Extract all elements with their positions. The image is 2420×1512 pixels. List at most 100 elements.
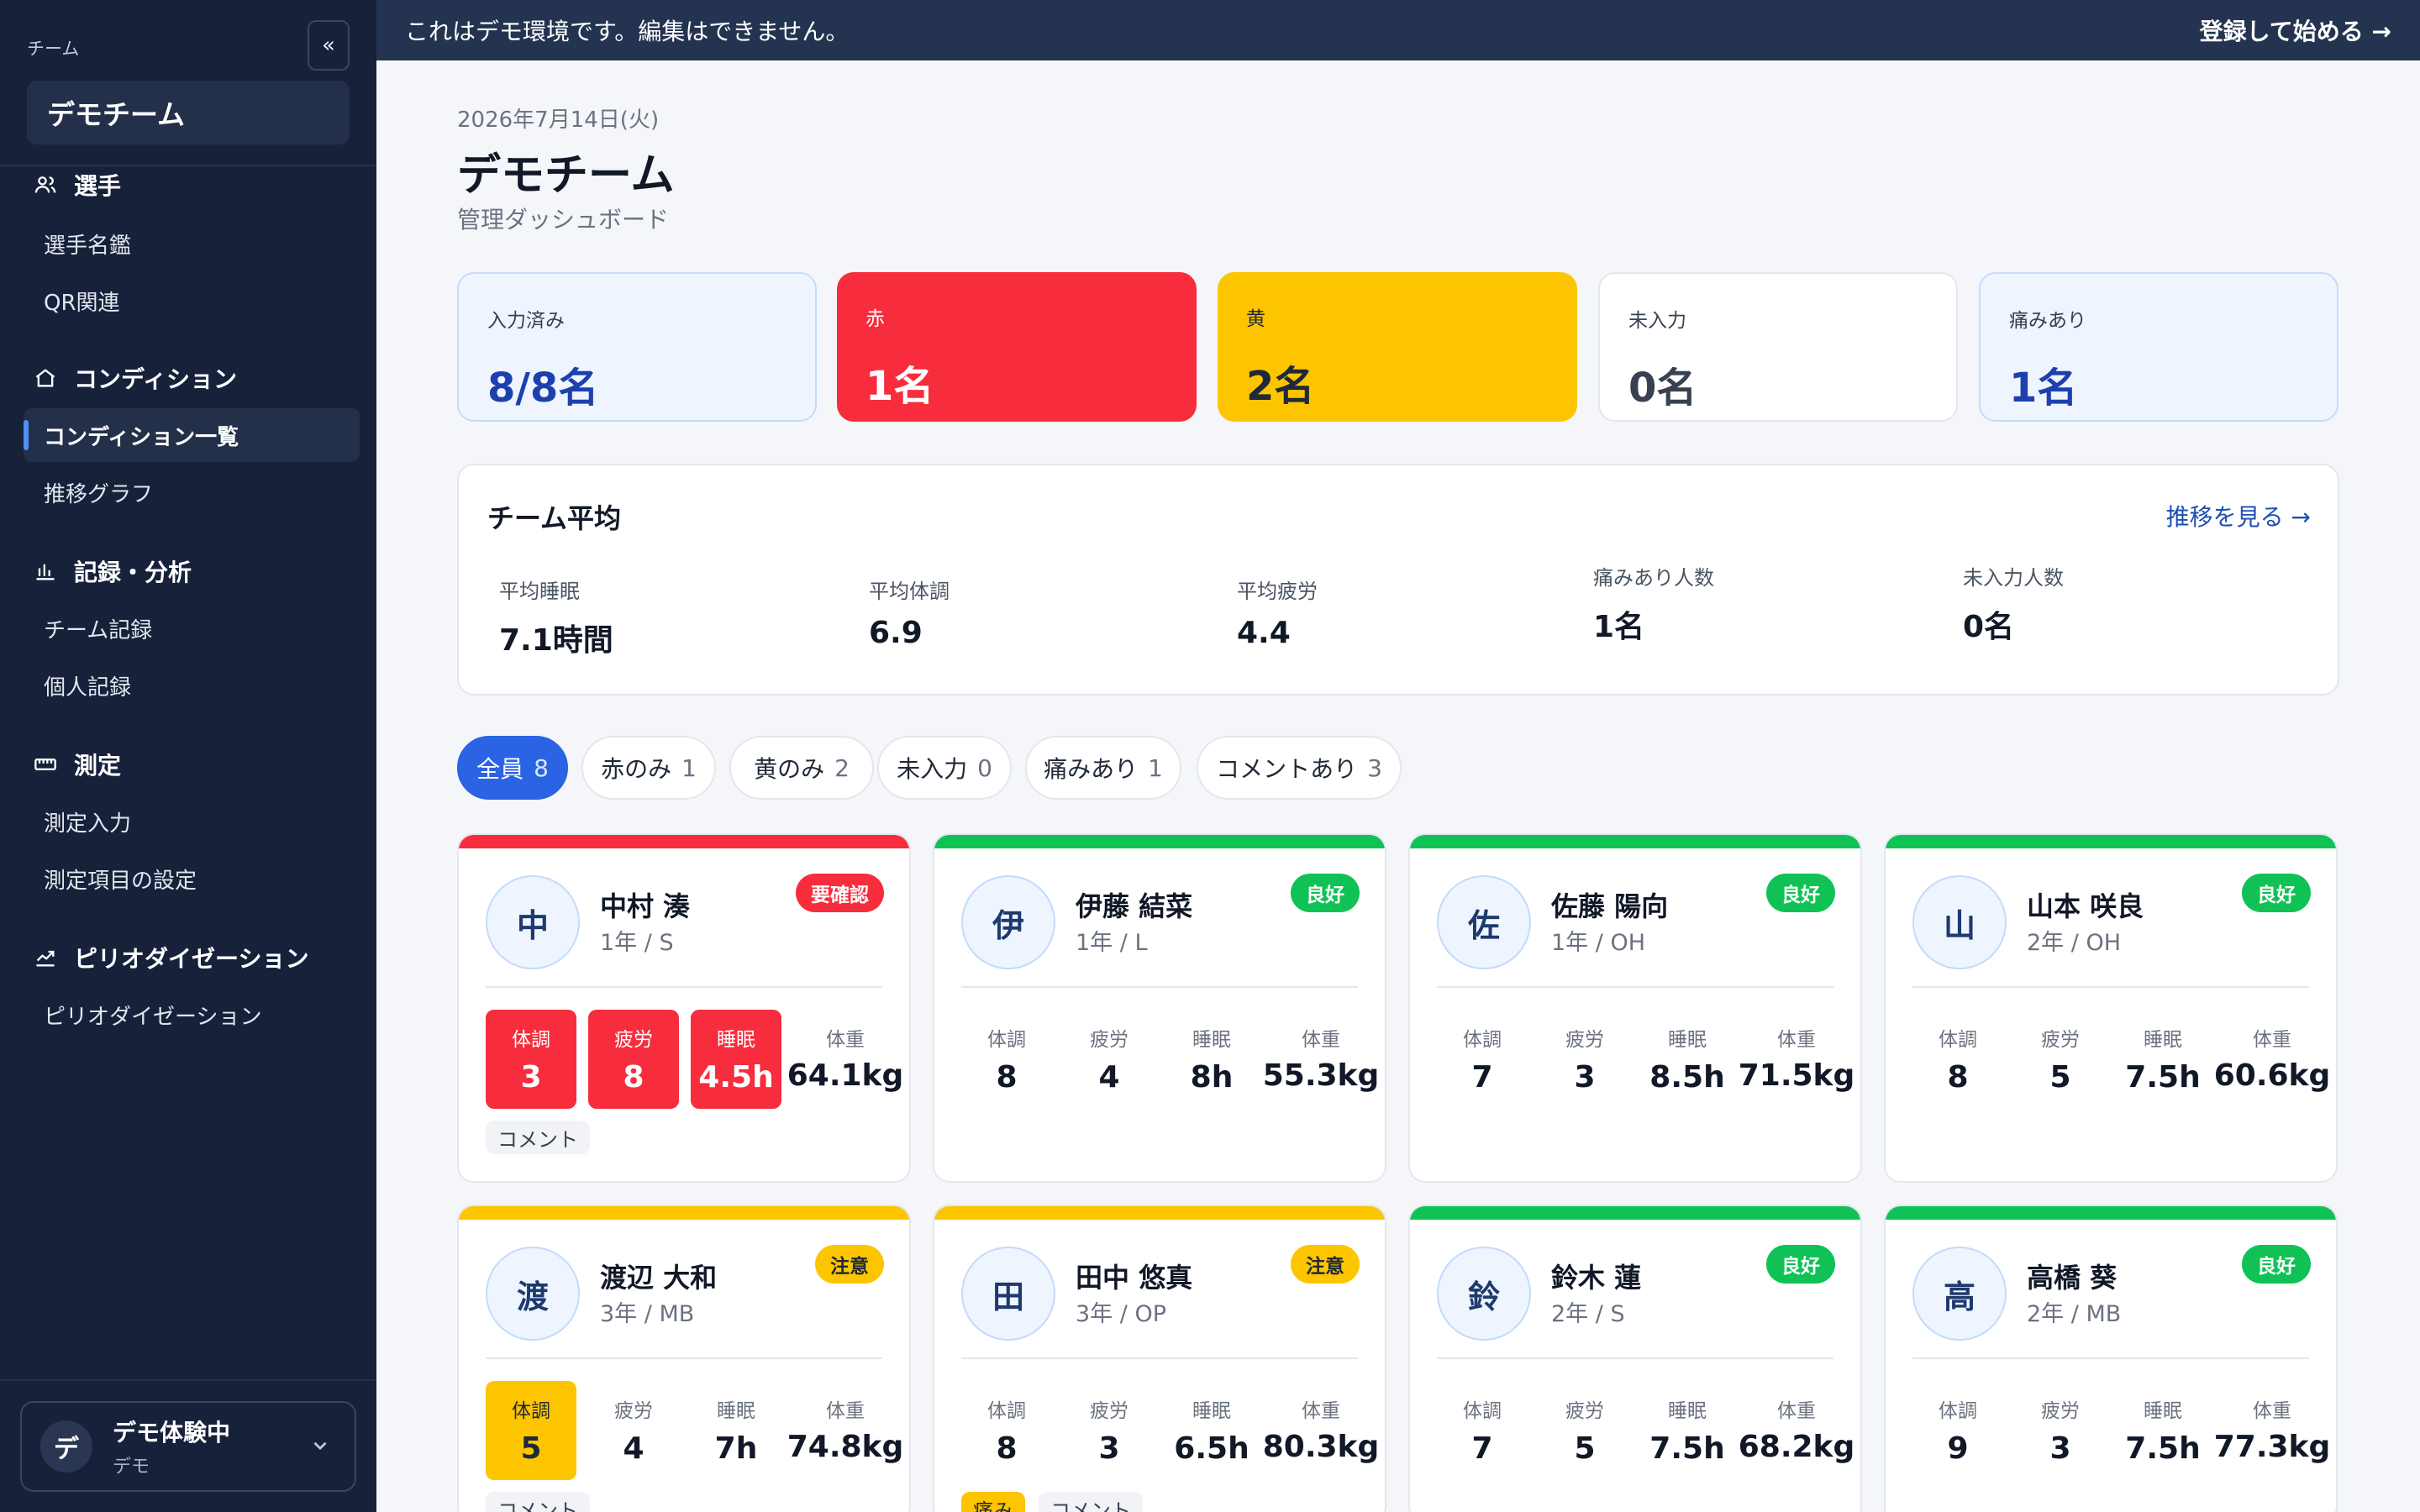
filter-chip[interactable]: 赤のみ 1 — [581, 736, 716, 800]
filter-chip-count: 1 — [1148, 753, 1163, 782]
card-divider — [961, 986, 1358, 988]
metric-condition: 体調 9 — [1912, 1381, 2003, 1480]
metric-value: 7 — [1471, 1431, 1493, 1466]
player-card[interactable]: 伊伊藤 結菜 1年 / L 良好 体調 8 疲労 4 睡眠 8h 体重 55.3kg — [933, 833, 1386, 1183]
page-subtitle: 管理ダッシュボード — [457, 206, 670, 234]
filter-chip[interactable]: 未入力 0 — [877, 736, 1012, 800]
nav-section-label: 選手 — [74, 172, 122, 200]
metric-value: 55.3kg — [1262, 1058, 1380, 1093]
status-badge: 要確認 — [796, 874, 884, 912]
metric-condition: 体調 5 — [486, 1381, 576, 1480]
player-card[interactable]: 山山本 咲良 2年 / OH 良好 体調 8 疲労 5 睡眠 7.5h 体重 60.6kg — [1884, 833, 2338, 1183]
metric-label: 睡眠 — [2144, 1400, 2182, 1422]
stat-card[interactable]: 未入力 0名 — [1598, 272, 1958, 422]
signup-link[interactable]: 登録して始める → — [2200, 13, 2391, 47]
stat-label: 入力済み — [487, 310, 565, 332]
avatar: 山 — [1912, 875, 2007, 969]
player-card[interactable]: 田田中 悠真 3年 / OP 注意 体調 8 疲労 3 睡眠 6.5h 体重 80.3kg 痛み コメン… — [933, 1205, 1386, 1512]
metric-weight: 体重 74.8kg — [786, 1381, 904, 1480]
metric-label: 睡眠 — [1192, 1400, 1231, 1422]
avatar: 高 — [1912, 1247, 2007, 1341]
metric-label: 体重 — [2253, 1400, 2291, 1422]
metric-label: 体調 — [1939, 1029, 1977, 1051]
metric-condition: 体調 7 — [1437, 1381, 1528, 1480]
filter-chip[interactable]: 全員 8 — [457, 736, 568, 800]
stat-value: 1名 — [865, 363, 934, 410]
metric-label: 体調 — [1939, 1400, 1977, 1422]
team-average-title: チーム平均 — [487, 502, 622, 534]
metric-value: 71.5kg — [1738, 1058, 1855, 1093]
metric-value: 3 — [1574, 1060, 1596, 1095]
status-badge: 良好 — [1766, 1245, 1835, 1284]
metric-value: 5 — [2049, 1060, 2071, 1095]
metric-weight: 体重 80.3kg — [1262, 1381, 1380, 1480]
metric-sleep: 睡眠 7.5h — [1642, 1381, 1733, 1480]
metric-fatigue: 疲労 3 — [2015, 1381, 2106, 1480]
metric-value: 7.5h — [2125, 1431, 2201, 1466]
metric-weight: 体重 77.3kg — [2213, 1381, 2331, 1480]
player-card[interactable]: 中中村 湊 1年 / S 要確認 体調 3 疲労 8 睡眠 4.5h 体重 64.1kg コメント — [457, 833, 911, 1183]
ruler-icon — [34, 753, 57, 776]
metric-label: 睡眠 — [717, 1400, 755, 1422]
view-trend-link[interactable]: 推移を見る → — [2166, 499, 2311, 533]
filter-chip-count: 0 — [977, 753, 992, 782]
filter-chip-label: 痛みあり — [1044, 755, 1139, 783]
status-bar — [1886, 835, 2336, 848]
metric-sleep: 睡眠 6.5h — [1166, 1381, 1257, 1480]
nav-section-label: 記録・分析 — [74, 559, 192, 586]
status-bar — [1410, 835, 1860, 848]
sidebar-item[interactable]: チーム記録 — [24, 601, 360, 655]
sidebar-item[interactable]: コンディション一覧 — [24, 408, 360, 462]
metric-value: 3 — [520, 1060, 542, 1095]
player-card[interactable]: 鈴鈴木 蓮 2年 / S 良好 体調 7 疲労 5 睡眠 7.5h 体重 68.2kg — [1408, 1205, 1862, 1512]
avatar: 田 — [961, 1247, 1055, 1341]
metric-label: 体調 — [1463, 1400, 1502, 1422]
sidebar-item[interactable]: ピリオダイゼーション — [24, 988, 360, 1042]
nav-section-header[interactable]: 記録・分析 — [34, 554, 192, 588]
metric-value: 5 — [1574, 1431, 1596, 1466]
player-name: 高橋 葵 — [2027, 1262, 2118, 1294]
metric-fatigue: 疲労 3 — [1539, 1010, 1630, 1109]
sidebar-item[interactable]: 測定項目の設定 — [24, 852, 360, 906]
player-card[interactable]: 高高橋 葵 2年 / MB 良好体調 9 疲労 3 睡眠 7.5h 体重 77.3kg — [1884, 1205, 2338, 1512]
tag-badge: コメント — [486, 1121, 590, 1154]
stat-label: 未入力 — [1628, 310, 1686, 332]
metric-value: 80.3kg — [1262, 1430, 1380, 1464]
stat-card[interactable]: 痛みあり 1名 — [1979, 272, 2338, 422]
stat-card[interactable]: 黄 2名 — [1218, 272, 1577, 422]
sidebar-item[interactable]: QR関連 — [24, 274, 360, 328]
sidebar-item[interactable]: 個人記録 — [24, 659, 360, 712]
metric-label: 体調 — [1463, 1029, 1502, 1051]
nav-section-header[interactable]: ピリオダイゼーション — [34, 941, 308, 974]
nav-section-header[interactable]: 測定 — [34, 748, 121, 781]
player-meta: 2年 / MB — [2027, 1301, 2122, 1327]
sidebar-item[interactable]: 選手名鑑 — [24, 217, 360, 270]
home-icon — [34, 366, 57, 390]
status-bar — [934, 835, 1385, 848]
player-card[interactable]: 佐佐藤 陽向 1年 / OH 良好 体調 7 疲労 3 睡眠 8.5h 体重 71.5kg — [1408, 833, 1862, 1183]
stat-card[interactable]: 入力済み 8/8名 — [457, 272, 817, 422]
avatar: 中 — [486, 875, 580, 969]
metric-label: 体調 — [512, 1029, 550, 1051]
average-metric-label: 未入力人数 — [1963, 566, 2064, 590]
metric-weight: 体重 68.2kg — [1738, 1381, 1855, 1480]
collapse-sidebar-button[interactable]: « — [308, 20, 350, 71]
user-menu[interactable]: デ デモ体験中 デモ — [20, 1401, 356, 1492]
filter-chip[interactable]: 黄のみ 2 — [729, 736, 874, 800]
metric-value: 8 — [623, 1060, 644, 1095]
status-badge: 良好 — [1766, 874, 1835, 912]
stat-value: 1名 — [2009, 365, 2078, 412]
status-badge: 注意 — [815, 1245, 884, 1284]
player-meta: 2年 / OH — [2027, 930, 2121, 956]
filter-chip[interactable]: コメントあり 3 — [1197, 736, 1402, 800]
team-selector[interactable]: デモチーム — [27, 81, 350, 144]
status-badge: 良好 — [2242, 1245, 2311, 1284]
player-card[interactable]: 渡渡辺 大和 3年 / MB 注意 体調 5 疲労 4 睡眠 7h 体重 74.8kg コメント — [457, 1205, 911, 1512]
nav-section-header[interactable]: コンディション — [34, 361, 237, 395]
sidebar-item[interactable]: 測定入力 — [24, 795, 360, 848]
filter-chip[interactable]: 痛みあり 1 — [1025, 736, 1181, 800]
sidebar-item[interactable]: 推移グラフ — [24, 465, 360, 519]
nav-section-header[interactable]: 選手 — [34, 168, 121, 202]
metric-value: 8 — [996, 1060, 1018, 1095]
stat-card[interactable]: 赤 1名 — [837, 272, 1197, 422]
